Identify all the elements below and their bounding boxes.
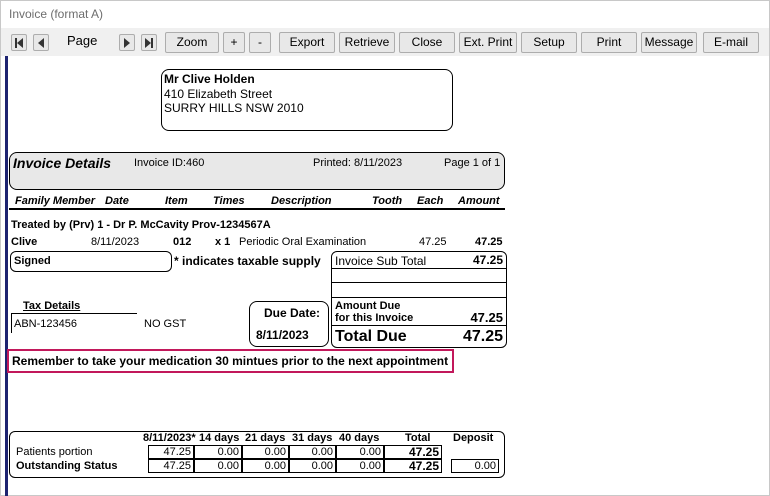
aging-cell-total: 47.25	[384, 445, 442, 459]
window-titlebar: Invoice (format A)	[0, 0, 770, 28]
tax-details-heading: Tax Details	[23, 300, 81, 312]
previous-page-button[interactable]	[33, 34, 49, 51]
aging-cell-deposit: 0.00	[451, 459, 499, 473]
totals-rule-4	[332, 325, 506, 326]
first-page-icon	[17, 38, 23, 48]
patient-name: Mr Clive Holden	[164, 72, 255, 86]
signed-box: Signed	[10, 251, 172, 272]
previous-page-icon	[38, 38, 44, 48]
appointment-message-box: Remember to take your medication 30 mint…	[7, 349, 454, 373]
aging-cell: 47.25	[148, 459, 194, 473]
aging-cell: 0.00	[194, 445, 242, 459]
aging-row-label: Outstanding Status	[16, 460, 118, 472]
totals-box: Invoice Sub Total 47.25 Amount Due for t…	[331, 251, 507, 348]
ext-print-button[interactable]: Ext. Print	[459, 32, 517, 53]
next-page-icon	[124, 38, 130, 48]
email-button[interactable]: E-mail	[703, 32, 759, 53]
line-times: x 1	[215, 236, 231, 248]
aging-header-total: Total	[405, 432, 431, 444]
totals-rule-2	[332, 282, 506, 283]
printed-date: Printed: 8/11/2023	[313, 157, 403, 169]
col-family-member: Family Member	[15, 195, 96, 207]
page-count: Page 1 of 1	[444, 157, 501, 169]
first-page-button[interactable]	[11, 34, 27, 51]
due-date-value: 8/11/2023	[256, 328, 309, 342]
aging-header-21: 21 days	[245, 432, 286, 444]
line-each: 47.25	[419, 236, 447, 248]
address-street: 410 Elizabeth Street	[164, 87, 273, 101]
setup-button[interactable]: Setup	[521, 32, 577, 53]
totals-rule-1	[332, 268, 506, 269]
due-date-label: Due Date:	[264, 306, 321, 320]
aging-header-14: 14 days	[199, 432, 240, 444]
line-member: Clive	[11, 236, 38, 248]
gst-status: NO GST	[144, 318, 187, 330]
invoice-preview: Mr Clive Holden 410 Elizabeth Street SUR…	[0, 56, 770, 496]
aging-cell-total: 47.25	[384, 459, 442, 473]
amount-due-label-1: Amount Due	[335, 300, 401, 312]
appointment-message: Remember to take your medication 30 mint…	[12, 354, 449, 368]
totals-rule-3	[332, 297, 506, 298]
col-times: Times	[213, 195, 245, 207]
line-amount: 47.25	[475, 236, 503, 248]
aging-header-current: 8/11/2023*	[143, 432, 196, 444]
tax-rule	[11, 313, 137, 314]
signed-label: Signed	[14, 255, 51, 267]
taxable-note: * indicates taxable supply	[174, 254, 321, 268]
line-date: 8/11/2023	[91, 236, 140, 248]
toolbar: Page Zoom Set + - Export Retrieve Close …	[0, 28, 770, 68]
col-each: Each	[417, 195, 444, 207]
page-margin-strip	[5, 56, 8, 496]
aging-header-deposit: Deposit	[453, 432, 494, 444]
message-button[interactable]: Message	[641, 32, 697, 53]
line-item-code: 012	[173, 236, 192, 248]
aging-cell: 0.00	[336, 445, 384, 459]
line-description: Periodic Oral Examination	[239, 236, 367, 248]
zoom-out-button[interactable]: -	[249, 32, 271, 53]
header-rule	[9, 208, 505, 210]
close-button[interactable]: Close	[399, 32, 455, 53]
zoom-set-button[interactable]: Zoom Set	[165, 32, 219, 68]
page-label: Page	[67, 33, 98, 48]
aging-cell: 0.00	[242, 459, 289, 473]
aging-row-label: Patients portion	[16, 446, 93, 458]
col-description: Description	[271, 195, 332, 207]
amount-due-label-2: for this Invoice	[335, 312, 414, 324]
subtotal-value: 47.25	[472, 253, 503, 267]
abn-value: ABN-123456	[14, 318, 77, 330]
zoom-in-button[interactable]: +	[223, 32, 245, 53]
aging-cell: 0.00	[289, 459, 336, 473]
tax-rule-vertical	[11, 313, 12, 333]
treated-by: Treated by (Prv) 1 - Dr P. McCavity Prov…	[11, 219, 271, 231]
aging-header-40: 40 days	[339, 432, 380, 444]
next-page-button[interactable]	[119, 34, 135, 51]
invoice-heading: Invoice Details	[13, 155, 112, 171]
subtotal-label: Invoice Sub Total	[335, 254, 427, 268]
col-item: Item	[165, 195, 188, 207]
retrieve-button[interactable]: Retrieve	[339, 32, 395, 53]
export-button[interactable]: Export	[279, 32, 335, 53]
last-page-button[interactable]	[141, 34, 157, 51]
aging-header-31: 31 days	[292, 432, 333, 444]
col-amount: Amount	[458, 195, 500, 207]
total-due-value: 47.25	[462, 328, 503, 345]
due-date-box: Due Date: 8/11/2023	[249, 301, 329, 347]
total-due-label: Total Due	[335, 328, 407, 345]
window-title: Invoice (format A)	[9, 7, 104, 21]
col-tooth: Tooth	[372, 195, 403, 207]
print-button[interactable]: Print	[581, 32, 637, 53]
aging-cell: 0.00	[336, 459, 384, 473]
aging-cell: 0.00	[194, 459, 242, 473]
address-city: SURRY HILLS NSW 2010	[164, 101, 304, 115]
aging-cell: 0.00	[289, 445, 336, 459]
address-box: Mr Clive Holden 410 Elizabeth Street SUR…	[161, 69, 453, 131]
invoice-id: Invoice ID:460	[134, 157, 205, 169]
invoice-header-box: Invoice Details Invoice ID:460 Printed: …	[9, 152, 505, 190]
aging-cell: 0.00	[242, 445, 289, 459]
col-date: Date	[105, 195, 129, 207]
amount-due-value: 47.25	[470, 310, 503, 325]
aging-cell: 47.25	[148, 445, 194, 459]
